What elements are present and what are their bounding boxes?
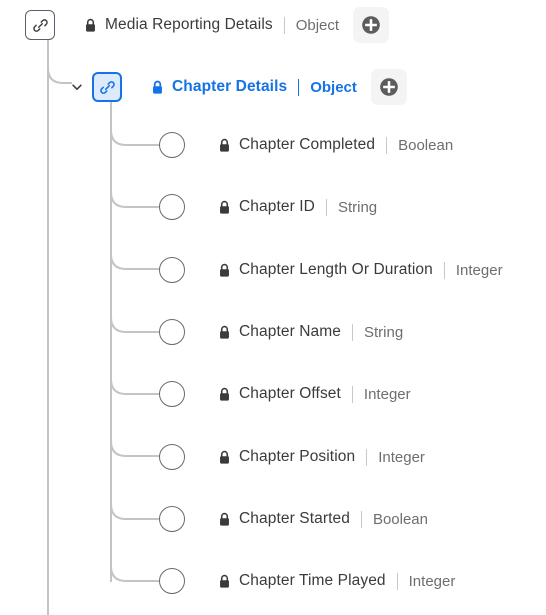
tree-node-field[interactable]: Chapter Position Integer — [159, 438, 425, 476]
plus-circle-icon — [360, 14, 382, 36]
circle-node-icon[interactable] — [159, 319, 185, 345]
circle-node-icon[interactable] — [159, 257, 185, 283]
label-type-divider — [352, 323, 353, 341]
circle-node-icon[interactable] — [159, 568, 185, 594]
tree-node-field[interactable]: Chapter Name String — [159, 313, 403, 351]
tree-node-field[interactable]: Chapter Offset Integer — [159, 375, 411, 413]
circle-node-icon[interactable] — [159, 444, 185, 470]
node-type: Boolean — [372, 510, 428, 528]
link-icon — [99, 79, 116, 96]
lock-icon — [218, 574, 231, 589]
add-field-button[interactable] — [353, 7, 390, 43]
node-type: Object — [310, 78, 357, 96]
node-label: Chapter Completed — [239, 136, 376, 153]
node-label: Chapter Position — [239, 448, 356, 465]
circle-node-icon[interactable] — [159, 381, 185, 407]
chevron-down-icon[interactable] — [68, 78, 86, 96]
node-label: Chapter Started — [239, 510, 350, 527]
node-type: Integer — [455, 261, 503, 279]
lock-icon — [218, 263, 231, 278]
lock-icon — [218, 325, 231, 340]
label-type-divider — [298, 78, 300, 96]
link-icon-button[interactable] — [92, 72, 122, 102]
tree-node-chapter-details[interactable]: Chapter Details Object — [68, 68, 407, 106]
tree-node-field[interactable]: Chapter Length Or Duration Integer — [159, 251, 503, 289]
node-label: Chapter Offset — [239, 385, 341, 402]
label-type-divider — [386, 136, 388, 154]
leaf-connector-group — [110, 129, 160, 582]
circle-node-icon[interactable] — [159, 194, 185, 220]
lock-icon — [218, 512, 231, 527]
add-field-button[interactable] — [370, 69, 407, 105]
lock-icon — [218, 200, 231, 215]
node-type: Object — [295, 16, 340, 34]
circle-node-icon[interactable] — [159, 132, 185, 158]
node-label: Chapter Length Or Duration — [239, 261, 433, 278]
label-type-divider — [443, 261, 445, 279]
lock-icon — [84, 18, 97, 33]
node-label: Chapter ID — [239, 198, 315, 215]
tree-node-field[interactable]: Chapter Time Played Integer — [159, 562, 455, 600]
link-icon — [32, 17, 49, 34]
tree-node-field[interactable]: Chapter Started Boolean — [159, 500, 428, 538]
lock-icon — [218, 387, 231, 402]
label-type-divider — [325, 198, 327, 216]
node-type: Integer — [363, 385, 411, 403]
label-type-divider — [360, 510, 362, 528]
node-label: Media Reporting Details — [105, 16, 273, 33]
node-type: String — [364, 323, 404, 341]
lock-icon — [218, 138, 231, 153]
circle-node-icon[interactable] — [159, 506, 185, 532]
node-type: Integer — [378, 448, 425, 466]
tree-node-field[interactable]: Chapter ID String — [159, 188, 377, 226]
plus-circle-icon — [378, 76, 400, 98]
tree-node-media-reporting-details[interactable]: Media Reporting Details Object — [25, 6, 390, 44]
lock-icon — [218, 450, 231, 465]
node-type: Integer — [408, 572, 456, 590]
label-type-divider — [396, 572, 398, 590]
lock-icon — [151, 80, 164, 95]
node-type: Boolean — [398, 136, 454, 154]
node-type: String — [337, 198, 378, 216]
label-type-divider — [283, 16, 285, 34]
label-type-divider — [351, 385, 353, 403]
node-label: Chapter Name — [239, 323, 341, 340]
node-label: Chapter Time Played — [239, 572, 386, 589]
label-type-divider — [366, 448, 368, 466]
tree-node-field[interactable]: Chapter Completed Boolean — [159, 126, 453, 164]
node-label: Chapter Details — [172, 78, 288, 95]
link-icon-button[interactable] — [25, 10, 55, 40]
